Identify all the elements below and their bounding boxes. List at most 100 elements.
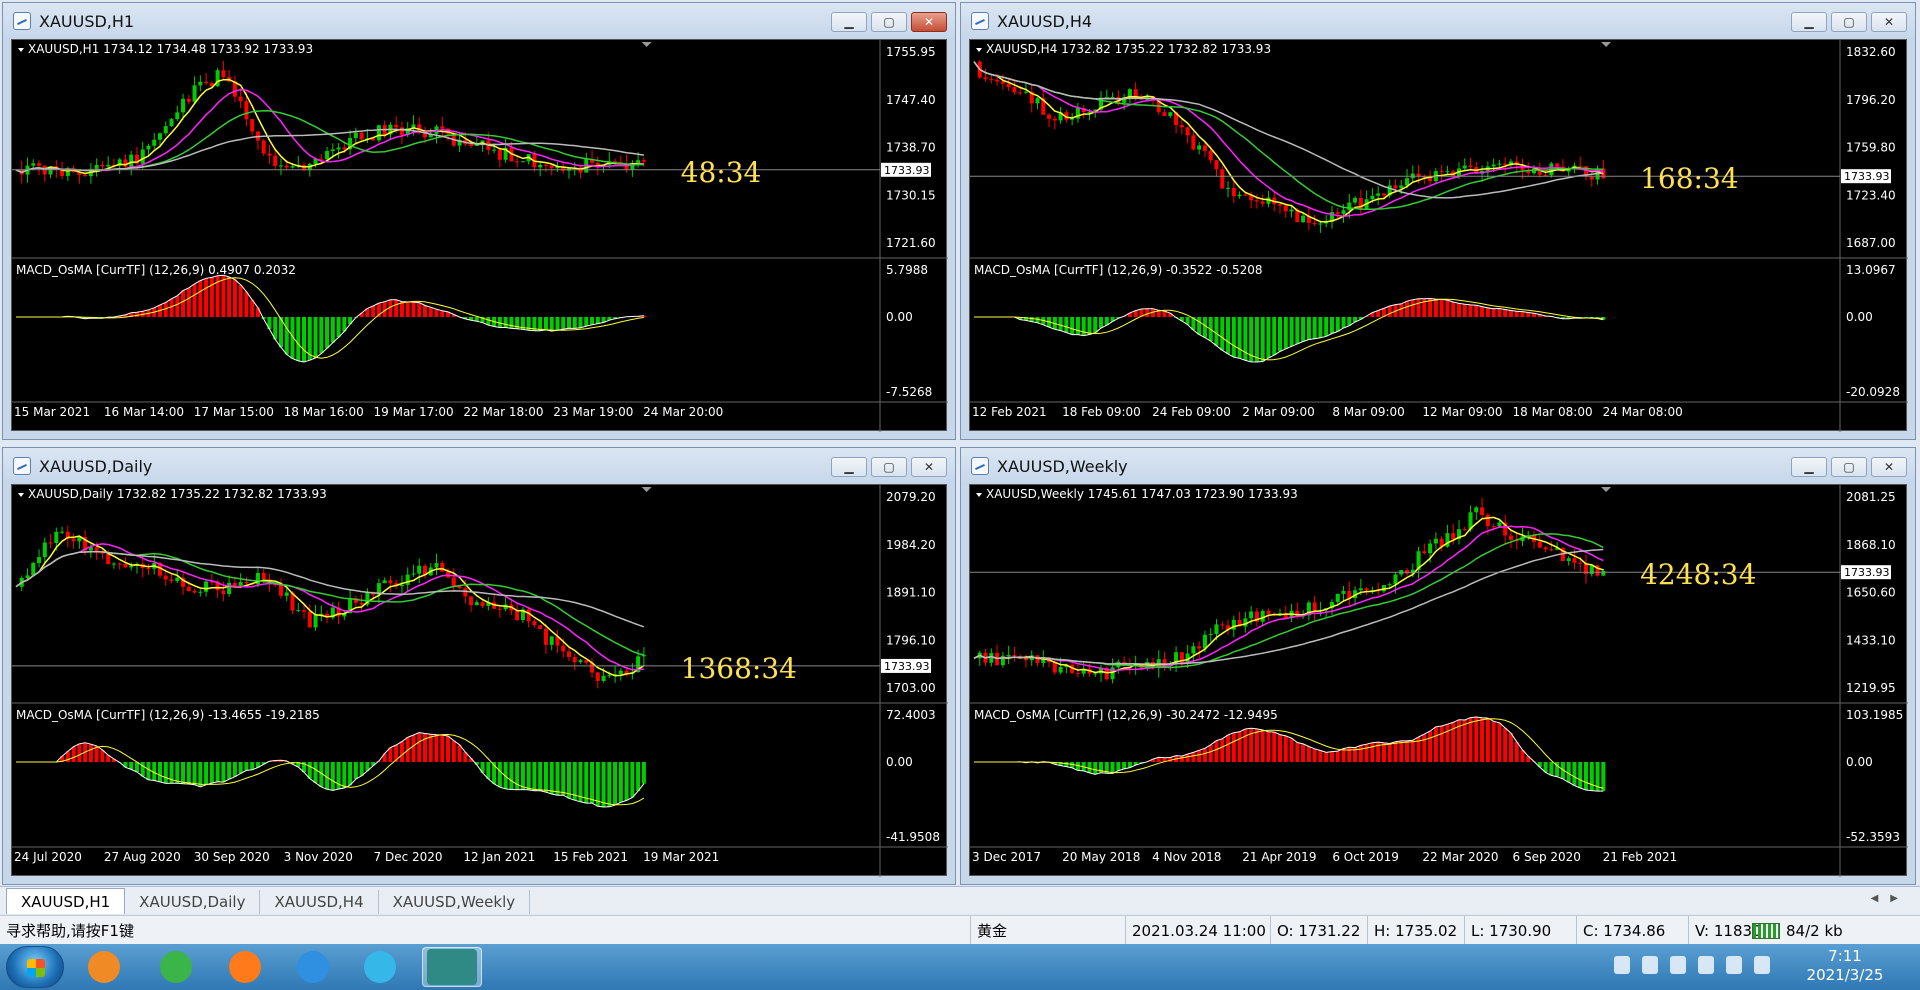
chart-tab[interactable]: XAUUSD,Daily xyxy=(125,890,261,914)
candle xyxy=(399,121,404,145)
window-title: XAUUSD,Daily xyxy=(39,456,153,476)
network-icon[interactable] xyxy=(1698,956,1714,974)
minimize-button[interactable]: ▁ xyxy=(1791,12,1827,32)
close-button[interactable]: ✕ xyxy=(1871,457,1907,477)
macd-bar xyxy=(1202,317,1207,338)
chart-shift-marker-icon[interactable] xyxy=(641,42,652,47)
macd-bar xyxy=(1301,743,1306,762)
window-title-bar[interactable]: XAUUSD,Weekly ▁ ▢ ✕ xyxy=(961,448,1915,484)
taskbar-clock[interactable]: 7:11 2021/3/25 xyxy=(1790,947,1900,985)
maximize-button[interactable]: ▢ xyxy=(1831,457,1867,477)
macd-bar xyxy=(1497,308,1502,317)
candle xyxy=(134,562,139,574)
macd-bar xyxy=(1277,317,1283,352)
macd-bar xyxy=(1329,751,1334,762)
volume-muted-icon[interactable] xyxy=(1726,956,1742,974)
macd-bar xyxy=(71,746,76,762)
connection-status[interactable]: 84/2 kb xyxy=(1752,916,1843,945)
browser-app[interactable] xyxy=(74,947,134,987)
macd-bar xyxy=(146,762,151,780)
wechat-tray-icon[interactable] xyxy=(1642,956,1658,974)
macd-bar xyxy=(1399,303,1404,317)
candle xyxy=(192,588,197,594)
chart-shift-marker-icon[interactable] xyxy=(641,487,652,492)
chart-shift-marker-icon[interactable] xyxy=(1601,487,1612,492)
media-player-app[interactable] xyxy=(350,947,410,987)
wechat-app[interactable] xyxy=(146,947,206,987)
macd-bar xyxy=(1410,299,1415,317)
status-volume: V: 11830 xyxy=(1688,916,1762,945)
shield-icon[interactable] xyxy=(1670,956,1686,974)
browser-app-icon xyxy=(88,951,120,983)
maximize-button[interactable]: ▢ xyxy=(871,12,907,32)
window-title-bar[interactable]: XAUUSD,H1 ▁ ▢ ✕ xyxy=(3,3,955,39)
svg-text:1733.93: 1733.93 xyxy=(884,660,930,673)
signal-icon[interactable] xyxy=(1754,956,1770,974)
macd-header: MACD_OsMA [CurrTF] (12,26,9) -0.3522 -0.… xyxy=(974,263,1263,277)
chart-canvas[interactable]: 1733.93 1755.95 1747.40 1738.70 1730.15 1721.… xyxy=(11,39,948,432)
candle xyxy=(1566,556,1571,566)
trading-terminal-app[interactable] xyxy=(422,947,482,987)
dropdown-triangle-icon[interactable] xyxy=(18,48,24,52)
dropdown-triangle-icon[interactable] xyxy=(976,493,982,497)
ma-magenta-line xyxy=(973,61,1604,217)
chart-tab[interactable]: XAUUSD,H1 xyxy=(6,888,126,914)
macd-bar xyxy=(129,762,134,770)
macd-axis-label: -20.0928 xyxy=(1846,385,1900,399)
start-button[interactable] xyxy=(6,946,64,988)
window-title-bar[interactable]: XAUUSD,H4 ▁ ▢ ✕ xyxy=(961,3,1915,39)
candle xyxy=(595,671,600,689)
candle xyxy=(1179,651,1184,667)
macd-bar xyxy=(1295,742,1300,762)
chart-shift-marker-icon[interactable] xyxy=(1601,42,1612,47)
price-axis-label: 1723.40 xyxy=(1846,188,1896,202)
macd-bar xyxy=(198,280,203,317)
macd-bar xyxy=(1208,744,1213,762)
minimize-button[interactable]: ▁ xyxy=(1791,457,1827,477)
price-axis-label: 1703.00 xyxy=(886,681,936,695)
window-title-bar[interactable]: XAUUSD,Daily ▁ ▢ ✕ xyxy=(3,448,955,484)
macd-bar xyxy=(175,295,180,317)
chart-canvas[interactable]: 1733.93 1832.60 1796.20 1759.80 1723.40 1687.… xyxy=(969,39,1908,432)
maximize-button[interactable]: ▢ xyxy=(1831,12,1867,32)
chart-window[interactable]: XAUUSD,H1 ▁ ▢ ✕ 1733.93 1755.95 1747.40 173… xyxy=(2,2,956,440)
bluetooth-icon[interactable] xyxy=(1614,956,1630,974)
candle xyxy=(613,665,618,683)
candle xyxy=(25,568,30,580)
candle xyxy=(630,160,635,177)
chart-canvas[interactable]: 1733.93 2081.25 1868.10 1650.60 1433.10 1219.… xyxy=(969,484,1908,877)
candle xyxy=(1220,165,1225,189)
close-button[interactable]: ✕ xyxy=(911,12,947,32)
dropdown-triangle-icon[interactable] xyxy=(976,48,982,52)
chart-header: XAUUSD,H4 1732.82 1735.22 1732.82 1733.9… xyxy=(986,42,1271,56)
chart-tab[interactable]: XAUUSD,Weekly xyxy=(379,890,531,914)
minimize-button[interactable]: ▁ xyxy=(831,457,867,477)
candle xyxy=(1439,536,1444,552)
notes-app[interactable] xyxy=(283,947,343,987)
tab-scroll-arrows[interactable]: ◀▶ xyxy=(1871,893,1910,904)
macd-bar xyxy=(1185,754,1190,762)
chart-canvas[interactable]: 1733.93 2079.20 1984.20 1891.10 1796.10 1703.… xyxy=(11,484,948,877)
macd-bar xyxy=(434,309,439,317)
macd-bar xyxy=(1243,729,1248,762)
chart-tab[interactable]: XAUUSD,H4 xyxy=(260,890,379,914)
candle xyxy=(1358,189,1363,216)
firefox-app[interactable] xyxy=(215,947,275,987)
macd-axis-label: 0.00 xyxy=(886,755,913,769)
macd-bar xyxy=(1364,744,1369,762)
close-button[interactable]: ✕ xyxy=(911,457,947,477)
macd-bar xyxy=(561,762,566,796)
candle xyxy=(1312,595,1317,621)
candle xyxy=(278,158,283,176)
macd-bar xyxy=(1289,317,1294,347)
dropdown-triangle-icon[interactable] xyxy=(18,493,24,497)
maximize-button[interactable]: ▢ xyxy=(871,457,907,477)
close-button[interactable]: ✕ xyxy=(1871,12,1907,32)
minimize-button[interactable]: ▁ xyxy=(831,12,867,32)
chart-window[interactable]: XAUUSD,H4 ▁ ▢ ✕ 1733.93 1832.60 1796.20 175… xyxy=(960,2,1916,440)
macd-bar xyxy=(1122,762,1127,769)
chart-window[interactable]: XAUUSD,Daily ▁ ▢ ✕ 1733.93 2079.20 1984.20… xyxy=(2,447,956,885)
chart-window[interactable]: XAUUSD,Weekly ▁ ▢ ✕ 1733.93 2081.25 1868.1… xyxy=(960,447,1916,885)
media-player-app-icon xyxy=(364,951,396,983)
macd-bar xyxy=(1520,311,1525,317)
